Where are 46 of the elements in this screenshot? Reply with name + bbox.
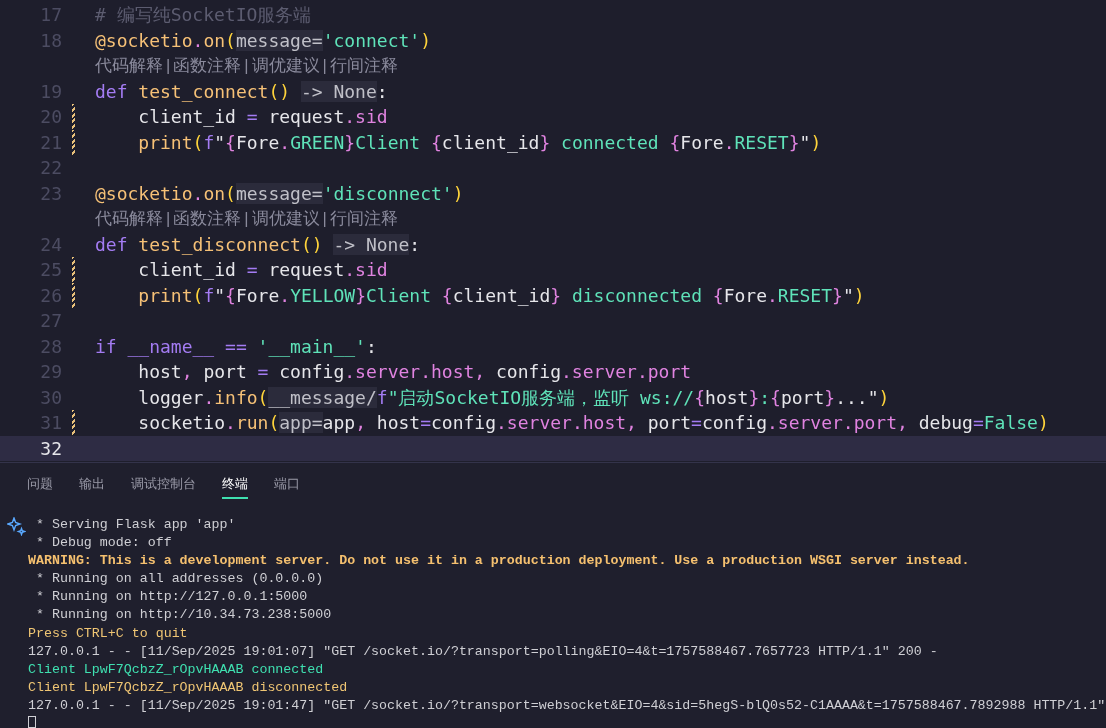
code-lens-link[interactable]: 调优建议 <box>251 206 320 232</box>
lens-separator: | <box>244 208 249 229</box>
terminal-line: Client LpwF7QcbzZ_rOpvHAAAB connected <box>28 660 324 679</box>
code-line: if __name__ == '__main__': <box>95 334 377 359</box>
panel-tab[interactable]: 调试控制台 <box>131 470 196 499</box>
panel-tab[interactable]: 问题 <box>27 470 53 499</box>
terminal-line: 127.0.0.1 - - [11/Sep/2025 19:01:07] "GET /socket.io/?transport=polling&EIO=4&t=1757588467.7657723 HTTP/1.1" 200 - <box>28 642 938 661</box>
terminal-cursor <box>28 716 36 728</box>
code-lens-link[interactable]: 调优建议 <box>251 53 320 79</box>
terminal-line: Press CTRL+C to quit <box>28 624 188 643</box>
panel-tab[interactable]: 终端 <box>222 470 248 499</box>
terminal-line: * Serving Flask app 'app' <box>34 515 236 534</box>
code-line: logger.info(__message/f"启动SocketIO服务端，监听 ws://{host}:{port}...") <box>137 385 890 410</box>
code-line: client_id = request.sid <box>137 105 388 129</box>
terminal-line: * Debug mode: off <box>34 534 172 553</box>
lens-separator: | <box>244 55 249 76</box>
code-line: client_id = request.sid <box>137 258 388 282</box>
lens-separator: | <box>322 55 327 76</box>
panel-tab[interactable]: 端口 <box>274 470 300 499</box>
code-line: @socketio.on(message='disconnect') <box>95 181 464 206</box>
lens-separator: | <box>166 208 171 229</box>
terminal-line: Client LpwF7QcbzZ_rOpvHAAAB disconnected <box>28 678 348 697</box>
terminal-line: * Running on http://10.34.73.238:5000 <box>34 606 332 625</box>
code-line: # 编写纯SocketIO服务端 <box>95 3 312 27</box>
code-line: socketio.run(app=app, host=config.server.host, port=config.server.port, debug=False) <box>137 411 1049 435</box>
code-line: @socketio.on(message='connect') <box>95 28 431 53</box>
code-lens-link[interactable]: 代码解释 <box>95 206 163 232</box>
lens-separator: | <box>166 55 171 76</box>
terminal-line: 127.0.0.1 - - [11/Sep/2025 19:01:47] "GET /socket.io/?transport=websocket&EIO=4&sid=5hegS-blQ0s52-C1AAAA&t=1757588467.7892988 HTTP/1.1" <box>28 696 1106 715</box>
code-lens-link[interactable]: 函数注释 <box>173 206 242 232</box>
sparkle-icon <box>7 516 26 536</box>
line-number: 32 <box>39 436 62 461</box>
code-line: print(f"{Fore.YELLOW}Client {client_id} disconnected {Fore.RESET}") <box>137 283 865 308</box>
terminal-line: WARNING: This is a development server. Do not use it in a production deployment. Use a production WSGI server instead. <box>28 552 970 571</box>
lens-separator: | <box>322 208 327 229</box>
panel-tab[interactable]: 输出 <box>79 470 105 499</box>
code-lens-link[interactable]: 函数注释 <box>173 53 242 79</box>
code-line: def test_disconnect() -> None: <box>95 232 421 257</box>
code-lens-link[interactable]: 行间注释 <box>329 206 398 232</box>
code-line: print(f"{Fore.GREEN}Client {client_id} connected {Fore.RESET}") <box>137 130 822 155</box>
terminal-line: * Running on http://127.0.0.1:5000 <box>34 588 308 607</box>
terminal-line: * Running on all addresses (0.0.0.0) <box>34 570 324 589</box>
code-lens-link[interactable]: 行间注释 <box>329 53 398 79</box>
code-line: def test_connect() -> None: <box>95 79 388 104</box>
code-line: host, port = config.server.host, config.server.port <box>137 360 692 384</box>
code-lens-link[interactable]: 代码解释 <box>95 53 163 79</box>
